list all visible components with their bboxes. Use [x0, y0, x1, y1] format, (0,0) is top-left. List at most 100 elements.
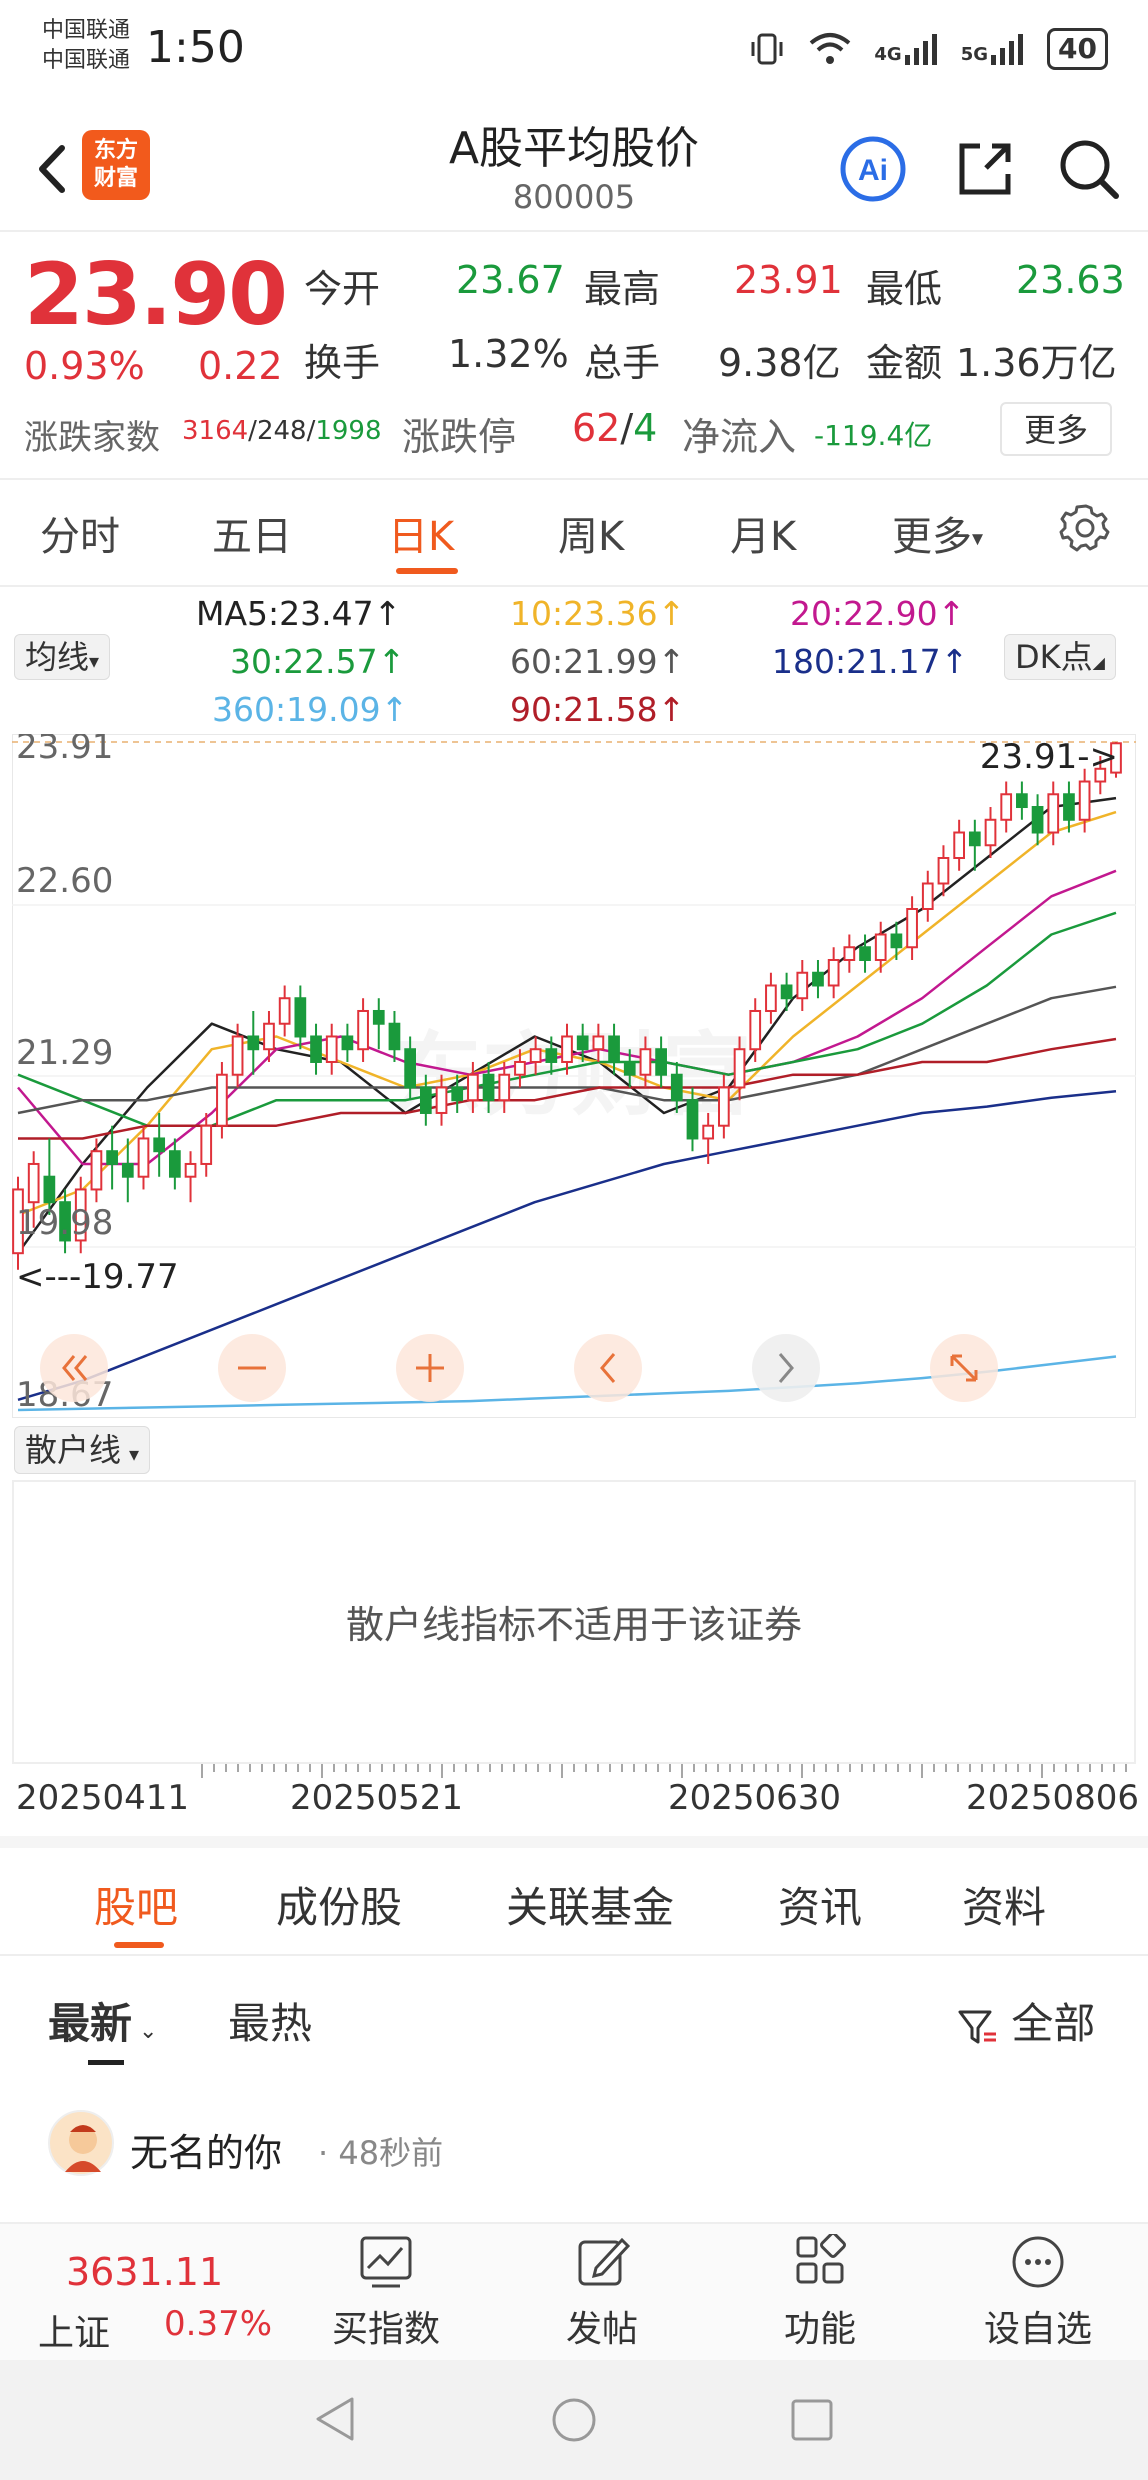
tab-monthly-k[interactable]: 月K [730, 504, 796, 562]
double-left-icon[interactable] [40, 1334, 108, 1402]
filter-all[interactable]: 全部 [956, 1990, 1095, 2051]
candle-body [216, 1073, 228, 1127]
bottom-toolbar: 3631.11 上证 0.37% 买指数 发帖 功能 设自选 [0, 2222, 1148, 2360]
breadth-label: 涨跌家数 [24, 418, 160, 458]
add-watchlist-button[interactable]: 设自选 [958, 2234, 1118, 2352]
period-tabs: 分时 五日 日K 周K 月K 更多▾ [0, 480, 1148, 585]
ai-icon[interactable]: Ai [838, 134, 908, 204]
candle-body [561, 1035, 573, 1063]
zoom-in-icon[interactable] [396, 1334, 464, 1402]
carrier-labels: 中国联通 中国联通 [42, 16, 130, 76]
active-tab-indicator [114, 1942, 164, 1948]
right-icon[interactable] [752, 1334, 820, 1402]
y-label-max: 23.91 [16, 734, 113, 767]
tab-five-day[interactable]: 五日 [212, 504, 292, 562]
tab-news[interactable]: 资讯 [778, 1874, 862, 1935]
sub-indicator-selector[interactable]: 散户线 ▾ [14, 1426, 151, 1474]
tab-profile[interactable]: 资料 [962, 1874, 1046, 1935]
change-pct: 0.93% [24, 344, 145, 388]
tab-daily-k[interactable]: 日K [388, 504, 454, 562]
signal-4g: 4G [874, 33, 938, 65]
gear-icon[interactable] [1058, 500, 1114, 556]
ma-legend-ma20: 20:22.90↑ [790, 594, 966, 633]
dropdown-icon: ▾ [129, 1442, 140, 1466]
amount-label: 金额 [866, 341, 943, 385]
more-circle-icon [1012, 2236, 1064, 2288]
candle-body [404, 1048, 417, 1089]
candle-body [608, 1035, 620, 1063]
more-quote-button[interactable]: 更多 [1000, 402, 1113, 456]
candle-body [749, 1009, 762, 1051]
share-icon[interactable] [950, 134, 1020, 204]
signal-bars-icon [991, 34, 1024, 65]
y-label: 22.60 [16, 861, 113, 901]
candle-body [1047, 793, 1060, 834]
tab-more-periods[interactable]: 更多▾ [892, 504, 983, 562]
buy-index-button[interactable]: 买指数 [306, 2234, 466, 2352]
divider [0, 585, 1148, 587]
tab-related-funds[interactable]: 关联基金 [506, 1874, 674, 1935]
sort-hot[interactable]: 最热 [228, 1990, 312, 2051]
dk-point-button[interactable]: DK点◢ [1004, 634, 1116, 680]
functions-button[interactable]: 功能 [740, 2232, 900, 2352]
tab-constituents[interactable]: 成份股 [276, 1874, 402, 1935]
min-price-marker: <---19.77 [16, 1257, 179, 1297]
home-circle-icon[interactable] [550, 2396, 598, 2444]
candle-body [137, 1137, 150, 1178]
carrier-2: 中国联通 [42, 48, 131, 73]
candle-body [827, 958, 840, 987]
carrier-1: 中国联通 [42, 18, 131, 43]
candle-body [623, 1060, 636, 1076]
date-label: 20250411 [16, 1778, 190, 1818]
post-username[interactable]: 无名的你 [130, 2122, 282, 2177]
turnover-label: 换手 [304, 341, 381, 385]
date-label: 20250521 [290, 1778, 464, 1818]
back-triangle-icon[interactable] [312, 2394, 358, 2444]
tab-forum[interactable]: 股吧 [94, 1874, 178, 1935]
ma-legend-ma360: 360:19.09↑ [212, 690, 409, 729]
candle-body [702, 1124, 715, 1140]
candle-body [859, 946, 871, 961]
post-button[interactable]: 发帖 [522, 2234, 682, 2352]
avatar[interactable] [48, 2110, 114, 2176]
tab-weekly-k[interactable]: 周K [558, 504, 624, 562]
divider [0, 1954, 1148, 1956]
candle-body [1031, 806, 1044, 834]
candle-body [529, 1048, 542, 1063]
candle-body [419, 1086, 432, 1114]
candle-body [294, 997, 307, 1038]
candle-body [670, 1073, 683, 1102]
divider [0, 230, 1148, 232]
candle-body [545, 1048, 558, 1063]
dropdown-icon: ▾ [89, 649, 100, 673]
index-value[interactable]: 3631.11 [66, 2250, 223, 2294]
search-icon[interactable] [1054, 134, 1124, 204]
candle-body [90, 1150, 103, 1191]
turnover-value: 1.32% [448, 332, 569, 376]
candle-body [937, 857, 950, 885]
fullscreen-icon[interactable] [930, 1334, 998, 1402]
candle-body [310, 1035, 322, 1063]
active-tab-indicator [396, 568, 458, 574]
candlestick-chart[interactable]: 东方财富 23.91 22.60 21.29 19.98 18.67 23.91… [12, 734, 1136, 1418]
zoom-out-icon[interactable] [218, 1334, 286, 1402]
recent-square-icon[interactable] [790, 2398, 834, 2442]
candle-body [200, 1124, 213, 1165]
candle-body [482, 1073, 495, 1102]
candle-body [733, 1048, 746, 1089]
netflow-value: -119.4亿 [814, 419, 933, 452]
candle-body [372, 1009, 385, 1025]
candle-body [341, 1035, 354, 1051]
ma-selector[interactable]: 均线▾ [14, 634, 111, 680]
edit-icon [578, 2237, 631, 2286]
candle-body [906, 908, 918, 949]
ma-legend-ma30: 30:22.57↑ [230, 642, 406, 681]
sort-latest[interactable]: 最新 ⌄ [48, 1990, 157, 2051]
limit-label: 涨跌停 [402, 415, 517, 459]
signal-bars-icon [904, 34, 937, 65]
high-value: 23.91 [734, 258, 843, 302]
tab-intraday[interactable]: 分时 [40, 504, 120, 562]
candle-body [153, 1137, 166, 1153]
candle-body [984, 818, 997, 847]
left-icon[interactable] [574, 1334, 642, 1402]
